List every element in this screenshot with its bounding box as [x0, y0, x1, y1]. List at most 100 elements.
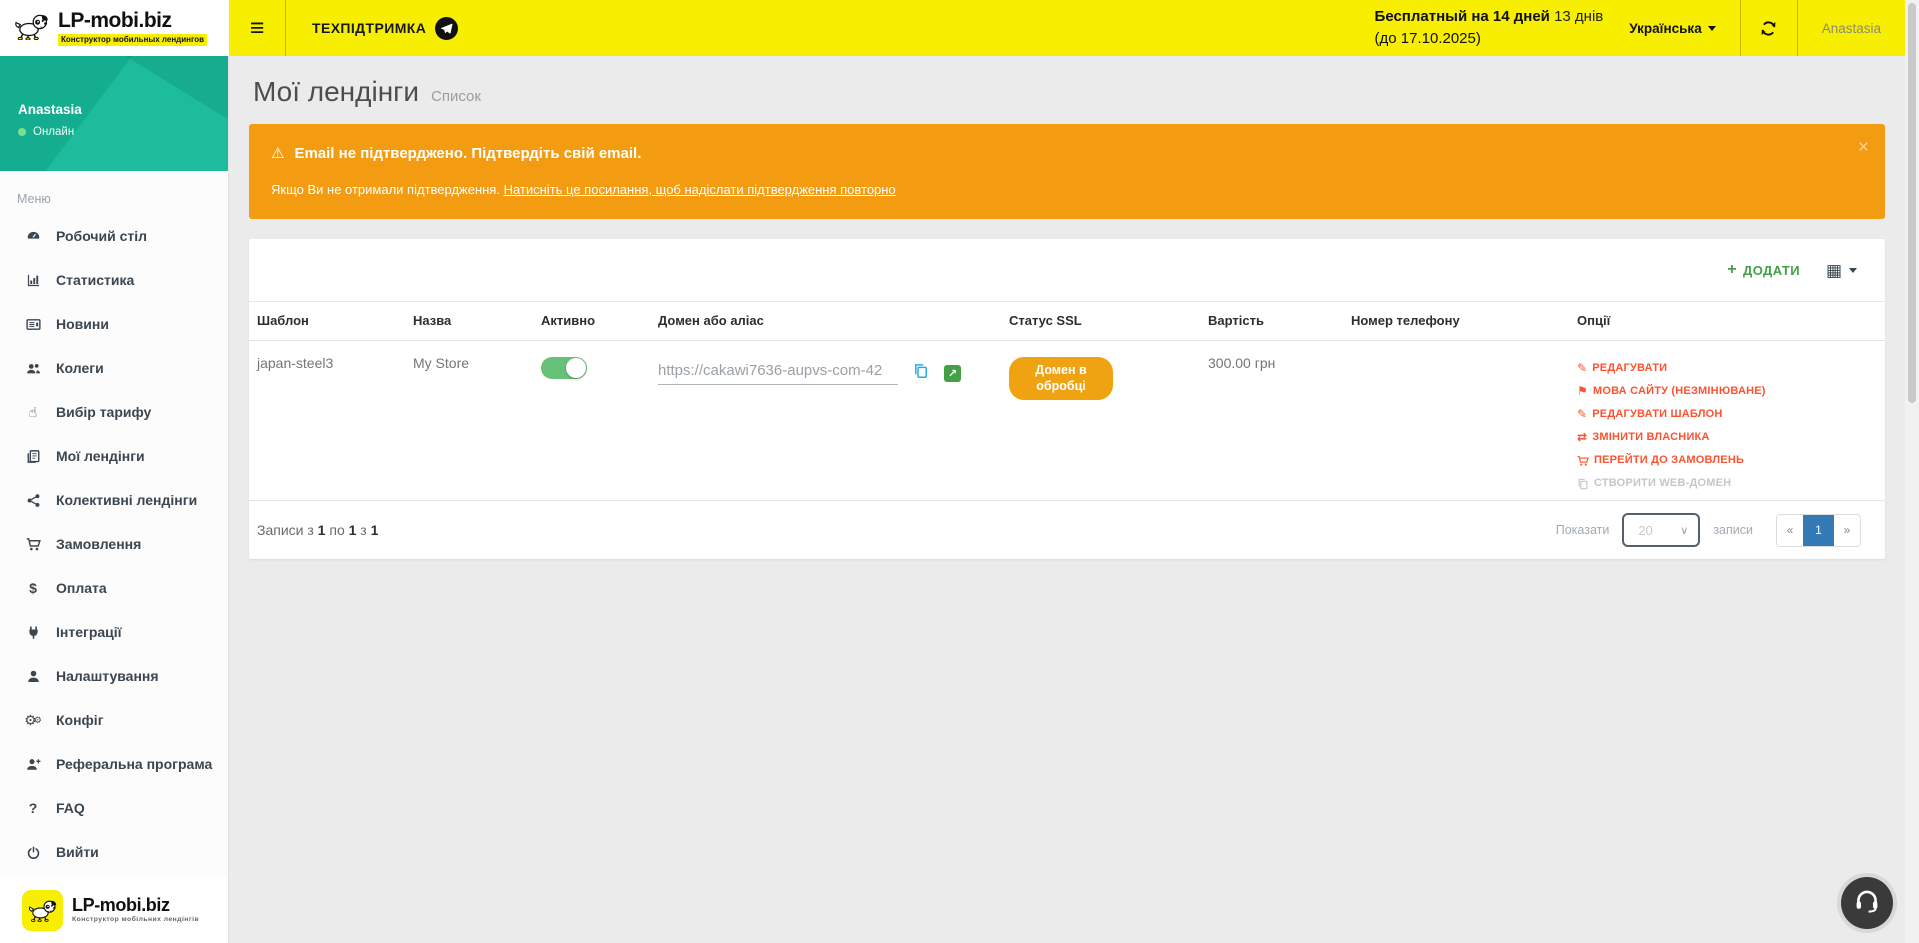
sidebar-footer-logo[interactable]: LP-mobi.biz Конструктор мобільних лендін…: [0, 877, 228, 943]
edit-icon: ✎: [1577, 403, 1587, 426]
col-price: Вартість: [1200, 302, 1343, 341]
cell-price: 300.00 грн: [1200, 341, 1343, 501]
show-label: Показати: [1556, 523, 1610, 537]
option-edit[interactable]: ✎ РЕДАГУВАТИ: [1577, 357, 1877, 380]
add-landing-button[interactable]: + ДОДАТИ: [1727, 261, 1800, 279]
ssl-status-badge: Домен в обробці: [1009, 357, 1113, 400]
edit-icon: ✎: [1577, 357, 1587, 380]
brand-name: LP-mobi.biz: [72, 896, 199, 914]
sidebar-item-tariff[interactable]: ☝ Вибір тарифу: [0, 390, 228, 434]
col-ssl-status: Статус SSL: [1001, 302, 1200, 341]
trial-until: (до 17.10.2025): [1375, 28, 1604, 50]
col-template: Шаблон: [249, 302, 405, 341]
exchange-icon: ⇄: [1577, 426, 1587, 449]
brand-name: LP-mobi.biz: [58, 10, 207, 31]
menu-section-label: Меню: [17, 192, 228, 206]
sidebar-profile: Anastasia Онлайн: [0, 56, 228, 171]
email-warning-alert: ⚠ Email не підтверджено. Підтвердіть сві…: [249, 124, 1885, 219]
sidebar-item-settings[interactable]: Налаштування: [0, 654, 228, 698]
user-plus-icon: [21, 757, 45, 772]
landings-table: Шаблон Назва Активно Домен або аліас Ста…: [249, 301, 1885, 501]
trial-days-left: 13 днів: [1554, 8, 1603, 25]
brand-logo[interactable]: LP-mobi.biz Конструктор мобильных лендин…: [0, 0, 229, 56]
sidebar-item-referral[interactable]: Реферальна програма: [0, 742, 228, 786]
sidebar-item-integrations[interactable]: Інтеграції: [0, 610, 228, 654]
chevron-down-icon: ∨: [1680, 524, 1688, 537]
headset-icon: [1854, 888, 1880, 919]
alert-body-text: Якщо Ви не отримали підтвердження.: [271, 182, 504, 197]
dashboard-icon: [21, 229, 45, 244]
caret-down-icon: [1708, 26, 1716, 31]
support-label: ТЕХПІДТРИМКА: [312, 20, 426, 36]
prev-page-button[interactable]: «: [1777, 515, 1803, 546]
brand-tagline-footer: Конструктор мобільних лендінгів: [72, 917, 199, 924]
profile-status-label: Онлайн: [33, 126, 74, 138]
col-phone: Номер телефону: [1343, 302, 1569, 341]
sidebar-item-colleagues[interactable]: Колеги: [0, 346, 228, 390]
refresh-icon[interactable]: [1741, 0, 1797, 56]
sidebar-item-payment[interactable]: $ Оплата: [0, 566, 228, 610]
sidebar-menu: Робочий стіл Статистика Новини Колеги ☝ …: [0, 214, 228, 874]
sidebar-item-orders[interactable]: Замовлення: [0, 522, 228, 566]
option-change-owner[interactable]: ⇄ ЗМІНИТИ ВЛАСНИКА: [1577, 426, 1877, 449]
sidebar-item-statistics[interactable]: Статистика: [0, 258, 228, 302]
warning-icon: ⚠: [271, 144, 284, 162]
user-icon: [21, 669, 45, 684]
page-title: Мої лендінги: [253, 76, 419, 108]
plus-icon: +: [1727, 261, 1737, 279]
news-icon: [21, 317, 45, 332]
external-link-icon[interactable]: ↗: [944, 365, 961, 382]
power-icon: [21, 845, 45, 860]
col-active: Активно: [533, 302, 650, 341]
pages-icon: [21, 449, 45, 464]
language-flag-icon: ⚑: [1577, 380, 1588, 403]
sidebar-item-faq[interactable]: ? FAQ: [0, 786, 228, 830]
online-status-dot: [18, 128, 26, 136]
records-label: записи: [1713, 523, 1753, 537]
scrollbar-thumb[interactable]: [1908, 3, 1916, 403]
user-menu[interactable]: Anastasia: [1798, 0, 1905, 56]
landings-panel: + ДОДАТИ ▦ Шаблон Назва Активно Домен аб…: [249, 239, 1885, 559]
support-link[interactable]: ТЕХПІДТРИМКА: [286, 0, 484, 56]
dog-mascot-icon: [22, 890, 63, 931]
hamburger-icon[interactable]: ≡: [229, 0, 285, 56]
current-page-button[interactable]: 1: [1803, 515, 1834, 546]
cell-template: japan-steel3: [249, 341, 405, 501]
option-site-language[interactable]: ⚑ МОВА САЙТУ (НЕЗМІНЮВАНЕ): [1577, 380, 1877, 403]
sidebar: Anastasia Онлайн Меню Робочий стіл Стати…: [0, 56, 229, 943]
scrollbar[interactable]: [1905, 0, 1919, 943]
share-icon: [21, 493, 45, 508]
option-go-to-orders[interactable]: ПЕРЕЙТИ ДО ЗАМОВЛЕНЬ: [1577, 449, 1877, 472]
sidebar-item-logout[interactable]: Вийти: [0, 830, 228, 874]
table-grid-icon: ▦: [1826, 262, 1842, 279]
close-icon[interactable]: ×: [1858, 138, 1869, 157]
trial-title: Бесплатный на 14 дней: [1375, 8, 1550, 25]
sidebar-item-dashboard[interactable]: Робочий стіл: [0, 214, 228, 258]
page-subtitle: Список: [431, 88, 481, 105]
option-create-web-domain: СТВОРИТИ WEB-ДОМЕН: [1577, 472, 1877, 495]
option-edit-template[interactable]: ✎ РЕДАГУВАТИ ШАБЛОН: [1577, 403, 1877, 426]
domain-input[interactable]: [658, 360, 898, 385]
next-page-button[interactable]: »: [1834, 515, 1860, 546]
copy-icon: [1577, 478, 1589, 490]
dollar-icon: $: [21, 580, 45, 596]
sidebar-item-collective-landings[interactable]: Колективні лендінги: [0, 478, 228, 522]
sidebar-item-my-landings[interactable]: Мої лендінги: [0, 434, 228, 478]
copy-icon[interactable]: [913, 363, 929, 385]
sidebar-item-news[interactable]: Новини: [0, 302, 228, 346]
table-view-toggle[interactable]: ▦: [1826, 262, 1857, 279]
sidebar-item-config[interactable]: ⚙⚙ Конфіг: [0, 698, 228, 742]
active-toggle[interactable]: [541, 357, 587, 379]
records-summary: Записи з 1 по 1 з 1: [257, 522, 378, 538]
alert-title: Email не підтверджено. Підтвердіть свій …: [294, 145, 641, 162]
resend-confirmation-link[interactable]: Натисніть це посилання, щоб надіслати пі…: [504, 182, 896, 197]
question-icon: ?: [21, 800, 45, 816]
page-size-select[interactable]: 20 ∨: [1622, 513, 1700, 547]
dog-mascot-icon: [14, 12, 50, 45]
cart-icon: [1577, 455, 1589, 467]
bar-chart-icon: [21, 273, 45, 288]
language-selector[interactable]: Українська: [1629, 21, 1715, 36]
table-row: japan-steel3 My Store ↗: [249, 341, 1885, 501]
table-header-row: Шаблон Назва Активно Домен або аліас Ста…: [249, 302, 1885, 341]
support-chat-button[interactable]: [1841, 877, 1893, 929]
